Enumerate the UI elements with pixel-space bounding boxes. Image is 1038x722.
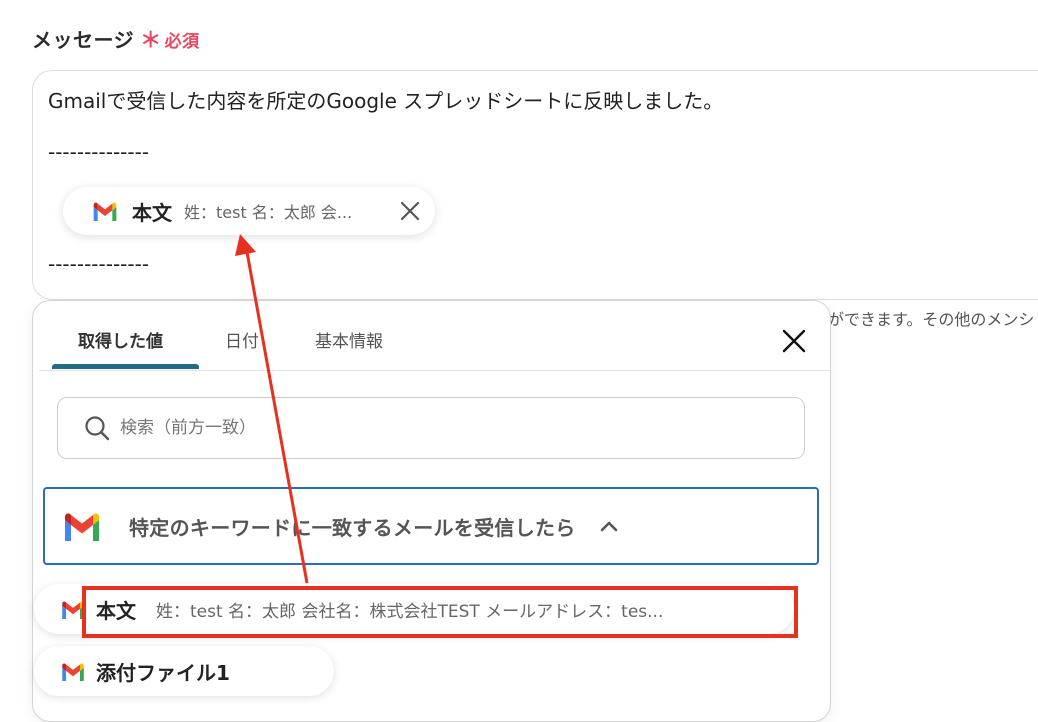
required-star: ＊ [140, 28, 162, 52]
active-tab-indicator [52, 364, 199, 369]
result-preview: 姓：test 名：太郎 会社名：株式会社TEST メールアドレス：tes... [156, 601, 664, 622]
message-divider-top: -------------- [48, 140, 150, 164]
search-icon [85, 416, 110, 441]
trigger-accordion-header[interactable]: 特定のキーワードに一致するメールを受信したら [43, 487, 819, 565]
gmail-icon [91, 201, 119, 221]
gmail-icon [60, 662, 86, 681]
chevron-up-icon[interactable] [598, 519, 620, 533]
result-title: 本文 [96, 598, 136, 623]
help-text: ができます。その他のメンシ [828, 310, 1035, 329]
result-item-attachment[interactable]: 添付ファイル1 [34, 646, 334, 696]
close-icon[interactable] [781, 328, 807, 354]
tab-date[interactable]: 日付 [225, 327, 259, 352]
message-divider-bottom: -------------- [48, 252, 150, 276]
tabs-divider [39, 370, 830, 371]
tab-retrieved-values[interactable]: 取得した値 [78, 327, 163, 352]
message-textarea[interactable]: Gmailで受信した内容を所定のGoogle スプレッドシートに反映しました。 … [32, 70, 1038, 300]
tab-basic-info[interactable]: 基本情報 [315, 327, 383, 352]
chip-title: 本文 [132, 200, 172, 225]
gmail-icon [60, 600, 86, 619]
required-text: 必須 [164, 32, 200, 52]
message-line-1: Gmailで受信した内容を所定のGoogle スプレッドシートに反映しました。 [48, 89, 724, 113]
chip-preview: 姓：test 名：太郎 会... [184, 203, 353, 222]
search-input[interactable] [118, 417, 722, 439]
required-indicator: ＊必須 [140, 28, 200, 52]
result-title: 添付ファイル1 [96, 660, 230, 685]
inserted-variable-chip[interactable]: 本文 姓：test 名：太郎 会... [63, 187, 435, 235]
search-box [57, 397, 805, 459]
result-item-body[interactable]: 本文 姓：test 名：太郎 会社名：株式会社TEST メールアドレス：tes.… [34, 584, 794, 634]
chip-close-icon[interactable] [399, 200, 421, 222]
message-field-label: メッセージ＊必須 [32, 24, 200, 54]
trigger-label: 特定のキーワードに一致するメールを受信したら [129, 515, 576, 540]
field-label-text: メッセージ [32, 28, 135, 52]
gmail-icon [61, 511, 103, 541]
